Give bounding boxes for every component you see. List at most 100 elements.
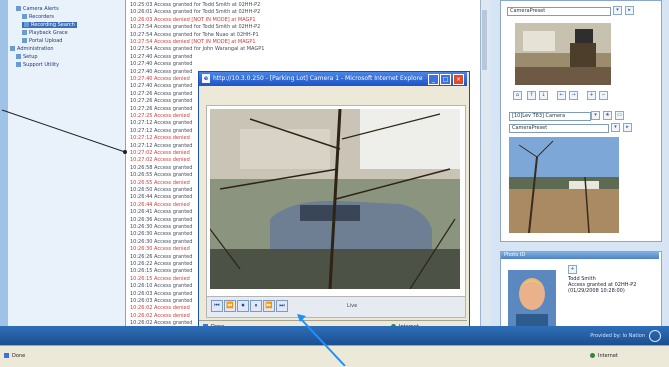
- person-photo: [508, 270, 556, 328]
- photo-id-header: Photo ID: [501, 252, 659, 259]
- log-entry: 10:26:44 Access granted: [130, 194, 193, 201]
- statusbar-zone-text: Internet: [598, 353, 618, 359]
- sidebar-item[interactable]: Setup: [16, 54, 38, 60]
- close-icon[interactable]: ×: [453, 74, 464, 85]
- zoom-out-icon[interactable]: −: [599, 91, 608, 100]
- tilt-down-icon[interactable]: ↓: [539, 91, 548, 100]
- log-entry: 10:26:30 Access granted: [130, 224, 193, 230]
- sidebar-item[interactable]: Playback Grace: [22, 30, 68, 36]
- camera-2-image: [509, 137, 619, 233]
- pause-icon[interactable]: ⏸: [250, 300, 262, 312]
- sidebar-item-label: Recorders: [29, 14, 55, 20]
- sidebar-item[interactable]: Recorders: [22, 14, 54, 20]
- camera-panel: CameraPreset ▾ ▸ ⌂ ↑ ↓ ← → + − [10]Lev T…: [500, 0, 662, 242]
- dropdown-arrow-icon[interactable]: ▾: [611, 123, 620, 132]
- photo-id-details: Todd Smith Access granted at 02HH-P2 (01…: [568, 276, 636, 294]
- ie-icon: e: [202, 74, 210, 83]
- folder-icon[interactable]: ▭: [615, 111, 624, 120]
- fast-forward-icon[interactable]: ⏩: [263, 300, 275, 312]
- add-icon[interactable]: +: [568, 265, 577, 274]
- statusbar-text: Done: [12, 353, 26, 359]
- sidebar-item[interactable]: Recording Search: [22, 22, 77, 28]
- log-entry: 10:27:40 Access granted: [130, 61, 193, 68]
- log-entry: 10:27:40 Access granted: [130, 68, 193, 75]
- live-label: Live: [347, 303, 358, 309]
- log-entry: 10:25:03 Access granted for Todd Smith a…: [130, 2, 261, 8]
- rewind-icon[interactable]: ⏪: [224, 300, 236, 312]
- log-entry: 10:26:55 Access granted: [130, 172, 193, 179]
- log-entry: 10:27:54 Access granted for Tohe Nuao at…: [130, 31, 259, 38]
- go-icon[interactable]: ▸: [625, 6, 634, 15]
- pan-right-icon[interactable]: →: [569, 91, 578, 100]
- minimize-icon[interactable]: _: [428, 74, 439, 85]
- popup-title-text: http://10.3.0.250 - [Parking Lot] Camera…: [213, 75, 423, 82]
- sidebar-item-label: Recording Search: [31, 22, 75, 28]
- sidebar-item-label: Camera Alerts: [23, 6, 59, 12]
- zoom-in-icon[interactable]: +: [587, 91, 596, 100]
- sidebar-item[interactable]: Administration: [10, 46, 54, 52]
- dropdown-arrow-icon[interactable]: ▾: [591, 111, 600, 120]
- tilt-up-icon[interactable]: ↑: [527, 91, 536, 100]
- record-icon[interactable]: ⏺: [237, 300, 249, 312]
- log-entry: 10:27:54 Access granted for Todd Smith a…: [130, 24, 261, 31]
- log-entry: 10:27:26 Access granted: [130, 105, 193, 112]
- camera-preset-select[interactable]: CameraPreset: [507, 7, 611, 16]
- log-entry: 10:26:44 Access denied: [130, 201, 190, 208]
- log-entry: 10:26:02 Access denied: [130, 305, 190, 312]
- access-timestamp: (01/29/2008 10:28:00): [568, 288, 625, 294]
- last-frame-icon[interactable]: ⏭: [276, 300, 288, 312]
- sidebar-item[interactable]: Support Utility: [16, 62, 59, 68]
- log-entry: 10:27:54 Access granted for John Waranga…: [130, 46, 265, 53]
- sidebar-item[interactable]: Camera Alerts: [16, 6, 59, 12]
- log-entry: 10:26:03 Access denied [NOT IN MODE] at …: [130, 16, 256, 23]
- log-entry: 10:26:30 Access denied: [130, 246, 190, 253]
- log-entry: 10:26:15 Access granted: [130, 268, 193, 275]
- footer-brand: Provided by: lo Nation: [590, 333, 645, 339]
- log-entry: 10:26:55 Access denied: [130, 179, 190, 186]
- video-controls: ⏮ ⏪ ⏺ ⏸ ⏩ ⏭ Live: [206, 296, 466, 318]
- log-entry: 10:27:25 Access denied: [130, 113, 190, 119]
- camera-preset-select-2[interactable]: CameraPreset: [509, 124, 609, 133]
- star-icon[interactable]: ★: [603, 111, 612, 120]
- camera-1-image: [515, 23, 611, 85]
- log-entry: 10:26:50 Access granted: [130, 187, 193, 193]
- browser-statusbar: Done Internet: [0, 345, 669, 367]
- maximize-icon[interactable]: □: [440, 74, 451, 85]
- folder-icon: [22, 30, 27, 35]
- sidebar-item-label: Setup: [23, 54, 38, 60]
- log-entry: 10:27:54 Access denied [NOT IN MODE] at …: [130, 39, 256, 45]
- log-entry: 10:27:12 Access granted: [130, 127, 193, 134]
- log-entry: 10:27:12 Access granted: [130, 142, 193, 149]
- camera-preset-select-2-value: CameraPreset: [512, 125, 548, 131]
- log-entry: 10:27:40 Access granted: [130, 53, 193, 60]
- log-entry: 10:26:58 Access granted: [130, 164, 193, 171]
- camera-2-title-text: [10]Lev T83] Camera: [512, 113, 566, 119]
- app-footer: Provided by: lo Nation: [0, 326, 669, 345]
- page-icon: [4, 353, 9, 358]
- go-icon[interactable]: ▸: [623, 123, 632, 132]
- log-entry: 10:27:12 Access granted: [130, 120, 193, 127]
- log-entry: 10:26:41 Access granted: [130, 209, 193, 216]
- log-entry: 10:26:26 Access granted: [130, 253, 193, 260]
- folder-icon: [24, 22, 29, 27]
- log-entry: 10:26:02 Access denied: [130, 312, 190, 319]
- camera-2-title[interactable]: [10]Lev T83] Camera: [509, 112, 591, 121]
- sidebar-item[interactable]: Portal Upload: [22, 38, 62, 44]
- first-frame-icon[interactable]: ⏮: [211, 300, 223, 312]
- popup-titlebar[interactable]: e http://10.3.0.250 - [Parking Lot] Came…: [199, 72, 467, 86]
- folder-icon: [22, 38, 27, 43]
- log-entry: 10:26:30 Access granted: [130, 231, 193, 238]
- dropdown-arrow-icon[interactable]: ▾: [613, 6, 622, 15]
- log-entry: 10:27:26 Access granted: [130, 90, 193, 97]
- folder-icon: [16, 62, 21, 67]
- log-entry: 10:27:40 Access denied: [130, 76, 190, 82]
- brand-logo-icon: [649, 330, 661, 342]
- log-entry: 10:27:12 Access denied: [130, 135, 190, 142]
- log-entry: 10:27:26 Access granted: [130, 98, 193, 105]
- log-entry: 10:26:01 Access granted for Todd Smith a…: [130, 9, 261, 16]
- home-icon[interactable]: ⌂: [513, 91, 522, 100]
- pan-left-icon[interactable]: ←: [557, 91, 566, 100]
- sidebar-item-label: Administration: [17, 46, 54, 52]
- folder-icon: [16, 6, 21, 11]
- log-scrollbar-thumb[interactable]: [482, 10, 487, 70]
